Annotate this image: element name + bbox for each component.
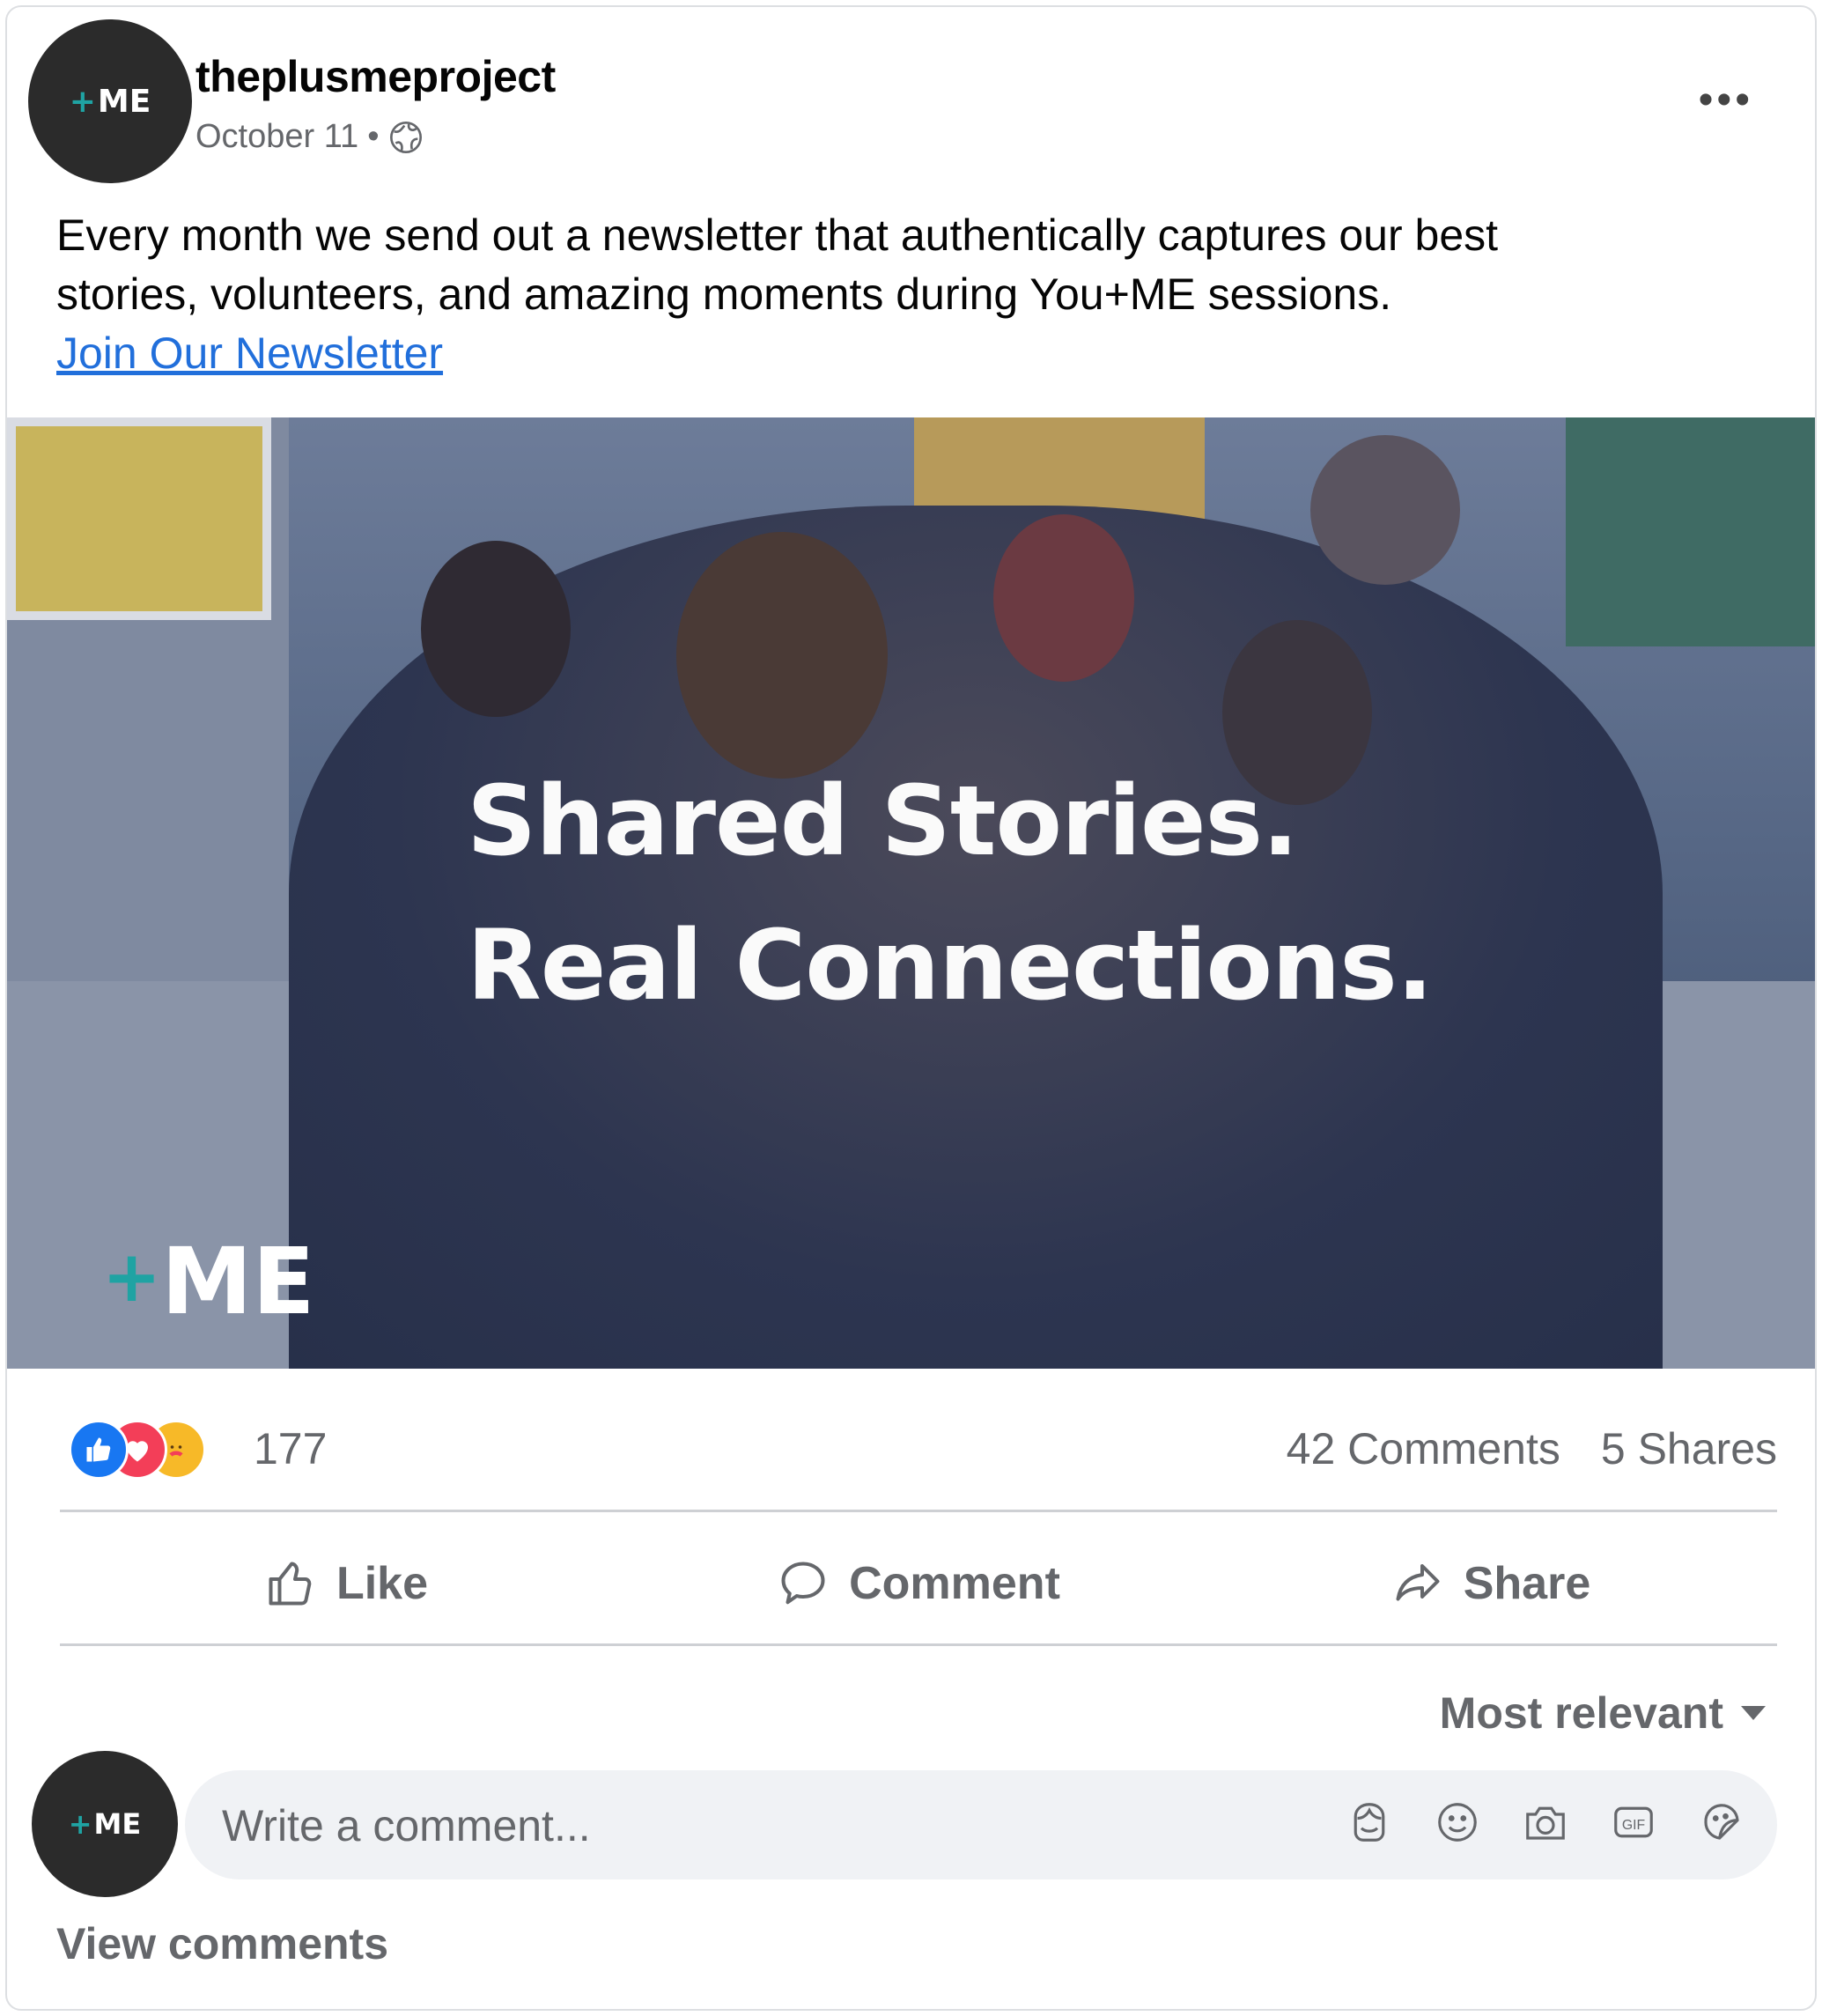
image-headline: Shared Stories. Real Connections. bbox=[467, 749, 1434, 1038]
image-wall-green bbox=[1566, 417, 1815, 646]
page-avatar[interactable]: + ME bbox=[28, 19, 192, 183]
sort-label: Most relevant bbox=[1439, 1688, 1723, 1738]
reaction-icons[interactable] bbox=[69, 1420, 236, 1480]
post-actions: Like Comment Share bbox=[60, 1522, 1777, 1645]
comment-placeholder: Write a comment... bbox=[222, 1801, 591, 1850]
page-name[interactable]: theplusmeproject bbox=[195, 51, 556, 102]
share-label: Share bbox=[1463, 1558, 1591, 1609]
reaction-count[interactable]: 177 bbox=[254, 1423, 327, 1474]
image-head bbox=[993, 514, 1134, 682]
post-text-line-1: Every month we send out a newsletter tha… bbox=[56, 210, 1499, 260]
post-text-line-2: stories, volunteers, and amazing moments… bbox=[56, 270, 1392, 319]
comment-input-icons: GIF bbox=[1346, 1797, 1745, 1848]
image-logo-plus: + bbox=[102, 1236, 162, 1318]
comment-sort-dropdown[interactable]: Most relevant bbox=[1440, 1687, 1766, 1739]
image-headline-line-2: Real Connections. bbox=[467, 909, 1434, 1022]
image-head bbox=[1310, 435, 1460, 585]
post-date[interactable]: October 11 bbox=[195, 118, 358, 156]
globe-icon[interactable] bbox=[388, 120, 424, 155]
share-arrow-icon bbox=[1396, 1564, 1440, 1601]
gif-icon[interactable]: GIF bbox=[1610, 1797, 1657, 1848]
more-options-button[interactable]: ••• bbox=[1699, 79, 1753, 122]
divider-top bbox=[60, 1510, 1777, 1512]
like-button[interactable]: Like bbox=[60, 1522, 632, 1645]
avatar-plus: + bbox=[69, 83, 96, 120]
speech-bubble-icon bbox=[781, 1562, 825, 1605]
avatar-sticker-icon[interactable] bbox=[1346, 1797, 1393, 1848]
like-icon bbox=[69, 1420, 129, 1480]
svg-text:GIF: GIF bbox=[1622, 1818, 1645, 1833]
avatar-text: ME bbox=[97, 83, 151, 120]
post-stats: 177 42 Comments 5 Shares bbox=[60, 1413, 1777, 1483]
stats-right: 42 Comments 5 Shares bbox=[1287, 1423, 1777, 1474]
view-comments-link[interactable]: View comments bbox=[56, 1918, 388, 1969]
avatar-text: ME bbox=[93, 1807, 142, 1841]
emoji-icon[interactable] bbox=[1434, 1797, 1481, 1848]
comment-button[interactable]: Comment bbox=[632, 1522, 1205, 1645]
like-label: Like bbox=[336, 1558, 429, 1609]
image-logo: +ME bbox=[102, 1228, 315, 1335]
image-headline-line-1: Shared Stories. bbox=[467, 764, 1299, 877]
shares-count[interactable]: 5 Shares bbox=[1601, 1423, 1777, 1474]
newsletter-link[interactable]: Join Our Newsletter bbox=[56, 329, 443, 378]
image-poster bbox=[7, 417, 271, 620]
post-meta: October 11 • bbox=[195, 118, 424, 156]
comments-count[interactable]: 42 Comments bbox=[1287, 1423, 1560, 1474]
image-head bbox=[676, 532, 888, 779]
caret-down-icon bbox=[1741, 1706, 1766, 1720]
post-text: Every month we send out a newsletter tha… bbox=[56, 206, 1730, 383]
avatar-plus: + bbox=[68, 1807, 92, 1841]
meta-separator: • bbox=[367, 118, 380, 155]
comment-input[interactable]: Write a comment... GIF bbox=[185, 1770, 1777, 1879]
commenter-avatar[interactable]: + ME bbox=[32, 1751, 178, 1897]
post-image[interactable]: Shared Stories. Real Connections. +ME bbox=[7, 417, 1815, 1369]
image-head bbox=[421, 541, 571, 717]
post-card: + ME theplusmeproject October 11 • ••• Ev… bbox=[5, 5, 1817, 2011]
image-logo-text: ME bbox=[161, 1228, 315, 1335]
comment-label: Comment bbox=[849, 1558, 1060, 1609]
camera-icon[interactable] bbox=[1522, 1797, 1569, 1848]
thumbs-up-icon bbox=[269, 1562, 312, 1606]
sticker-icon[interactable] bbox=[1698, 1797, 1745, 1848]
share-button[interactable]: Share bbox=[1205, 1522, 1777, 1645]
divider-bottom bbox=[60, 1643, 1777, 1646]
